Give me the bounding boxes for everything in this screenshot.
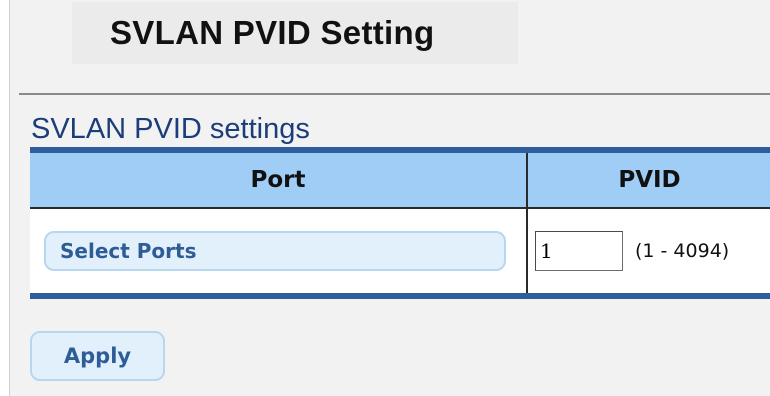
settings-table: Port PVID Select Ports (1 - 4094)	[30, 153, 770, 293]
page-title: SVLAN PVID Setting	[110, 14, 435, 51]
pvid-input[interactable]	[535, 231, 623, 271]
section-title: SVLAN PVID settings	[31, 113, 310, 145]
select-ports-button[interactable]: Select Ports	[44, 231, 506, 271]
settings-table-frame: Port PVID Select Ports (1 - 4094)	[30, 147, 770, 299]
title-bar: SVLAN PVID Setting	[72, 2, 518, 64]
port-cell: Select Ports	[30, 208, 528, 293]
pvid-range-label: (1 - 4094)	[635, 240, 730, 262]
table-row: Select Ports (1 - 4094)	[30, 208, 770, 293]
title-divider	[19, 93, 770, 95]
pvid-cell: (1 - 4094)	[527, 208, 770, 293]
apply-button[interactable]: Apply	[30, 331, 165, 381]
column-header-pvid: PVID	[527, 153, 770, 209]
table-header-row: Port PVID	[30, 153, 770, 209]
column-header-port: Port	[30, 153, 528, 209]
page-panel: SVLAN PVID Setting SVLAN PVID settings P…	[9, 0, 770, 396]
